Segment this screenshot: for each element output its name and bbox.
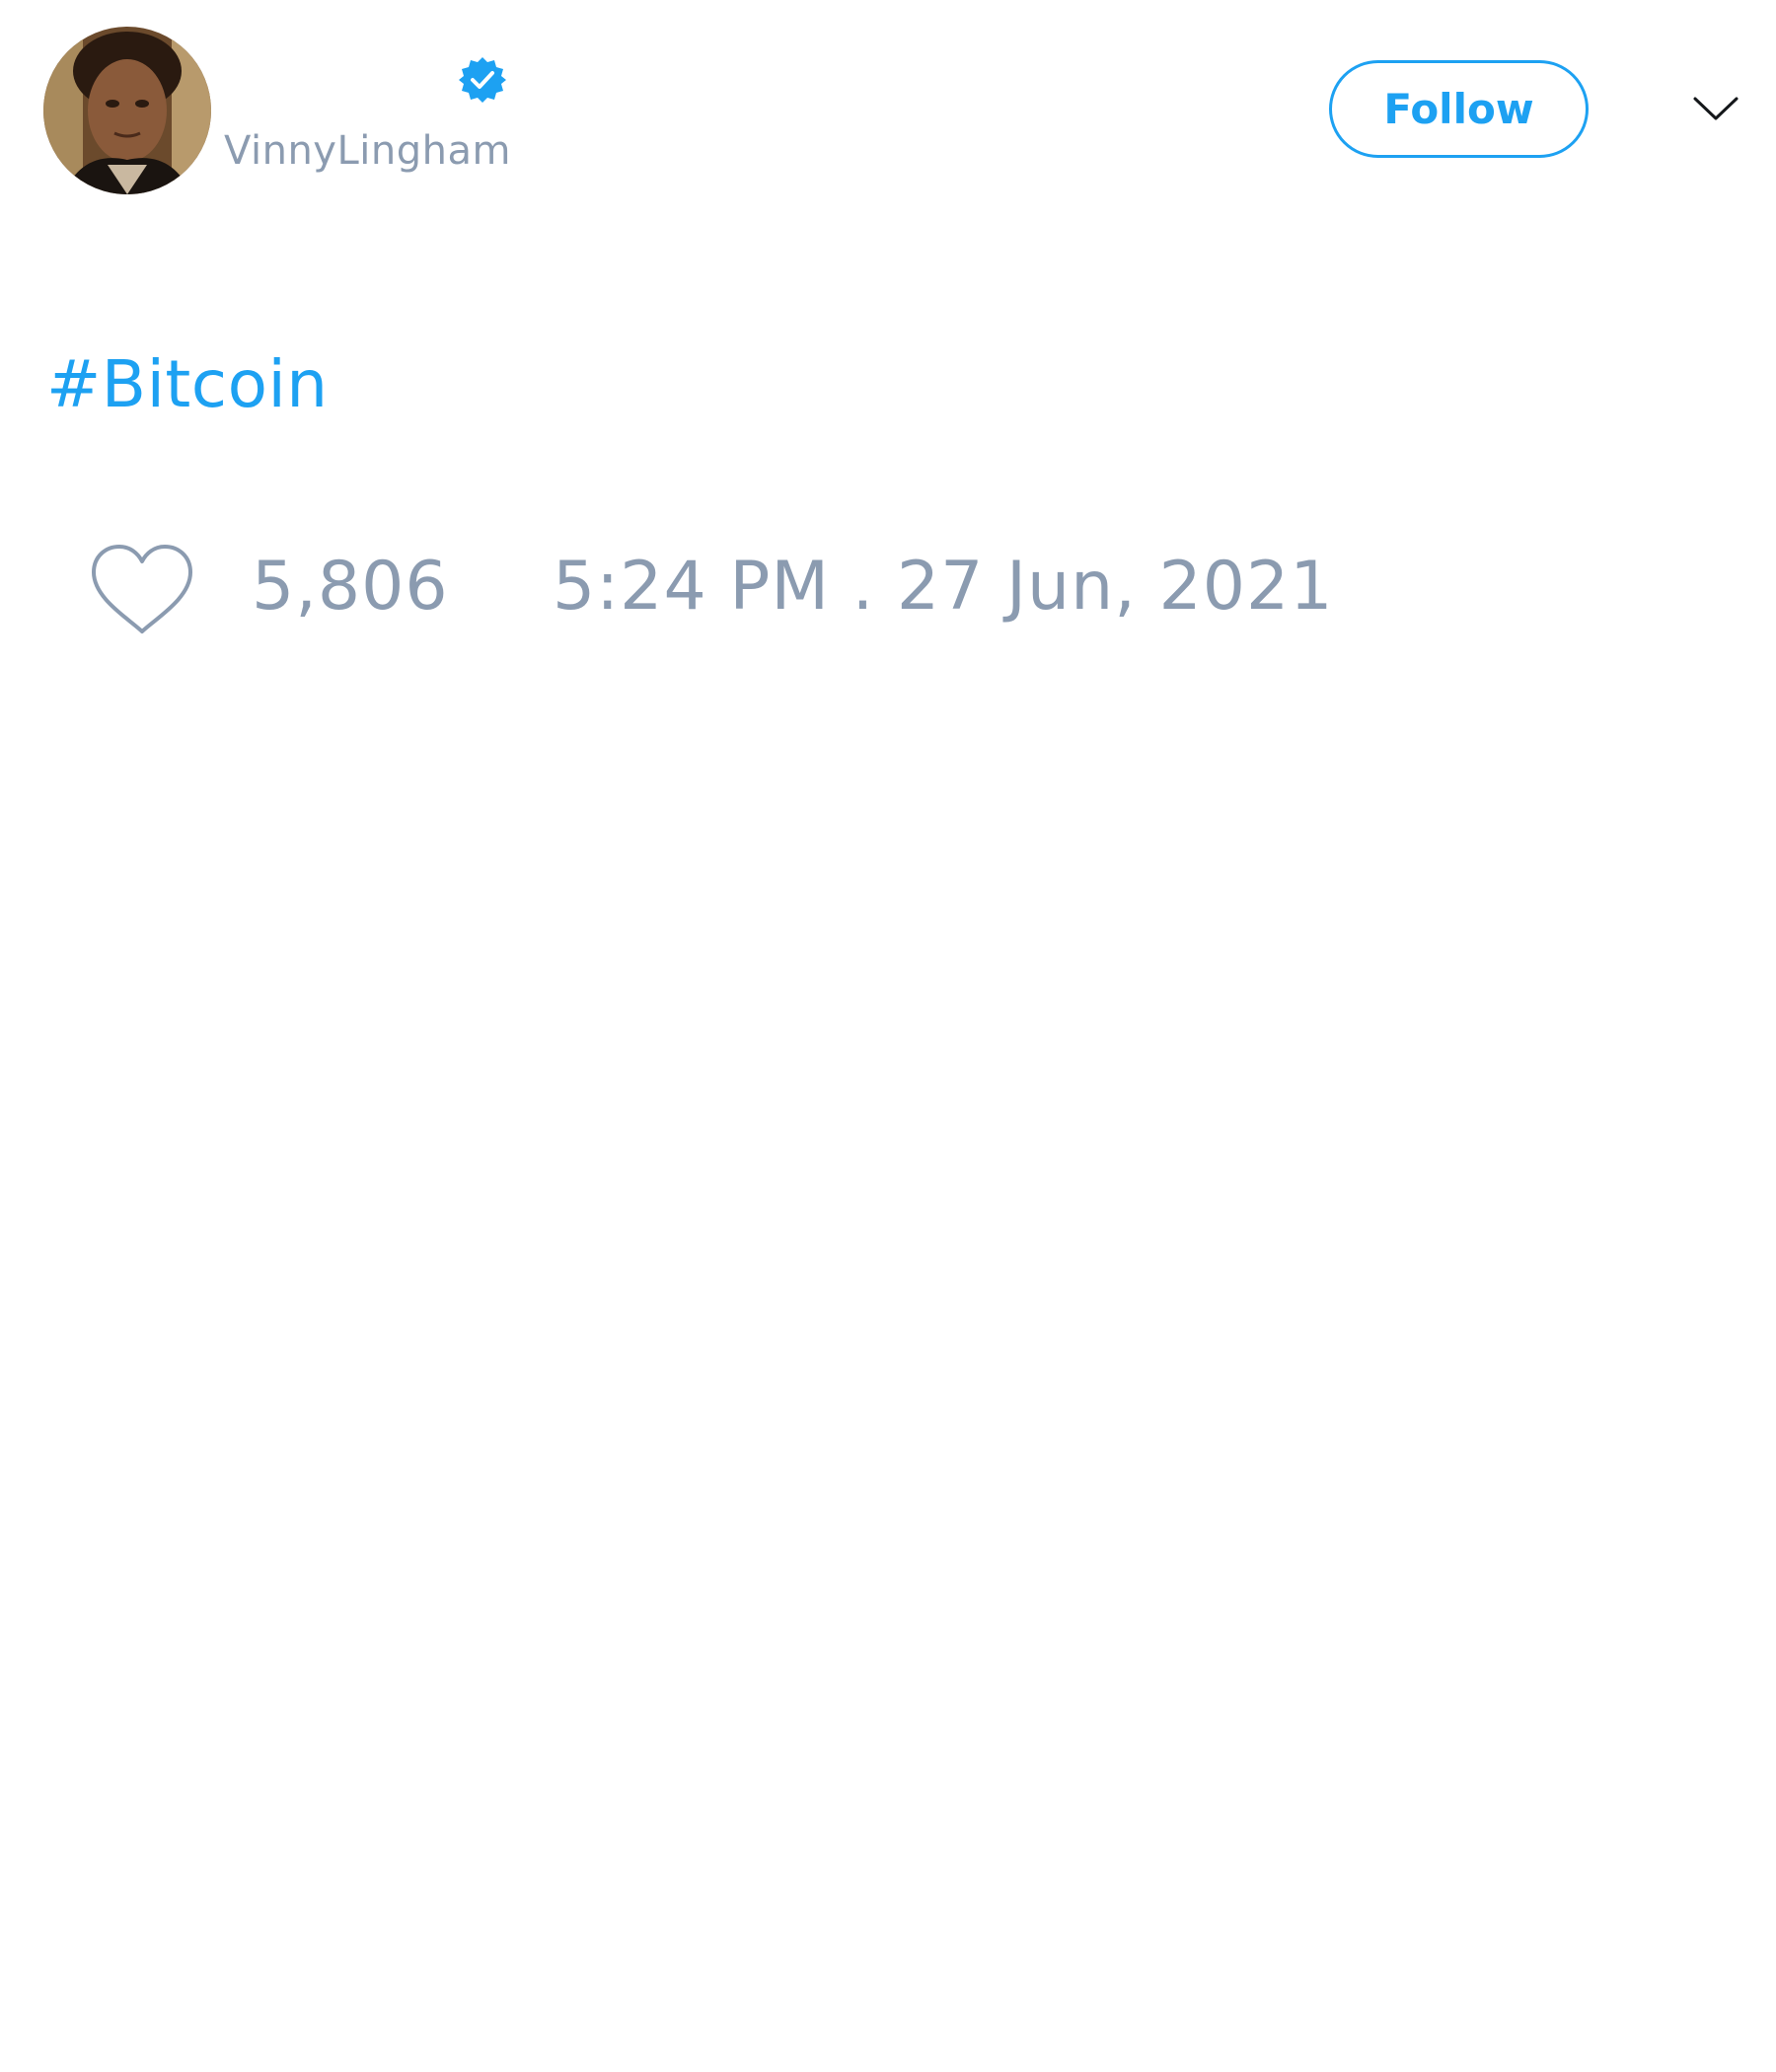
tweet-text[interactable]: #Bitcoin	[46, 345, 329, 424]
tweet-timestamp[interactable]: 5:24 PM . 27 Jun, 2021	[553, 548, 1334, 627]
like-count: 5,806	[252, 548, 449, 626]
avatar-image	[43, 27, 211, 194]
verified-badge-icon	[458, 55, 507, 105]
heart-icon[interactable]	[88, 541, 196, 639]
avatar[interactable]	[43, 27, 211, 194]
author-handle[interactable]: VinnyLingham	[224, 126, 511, 176]
follow-button[interactable]: Follow	[1329, 60, 1589, 158]
chevron-down-icon[interactable]	[1691, 89, 1740, 128]
